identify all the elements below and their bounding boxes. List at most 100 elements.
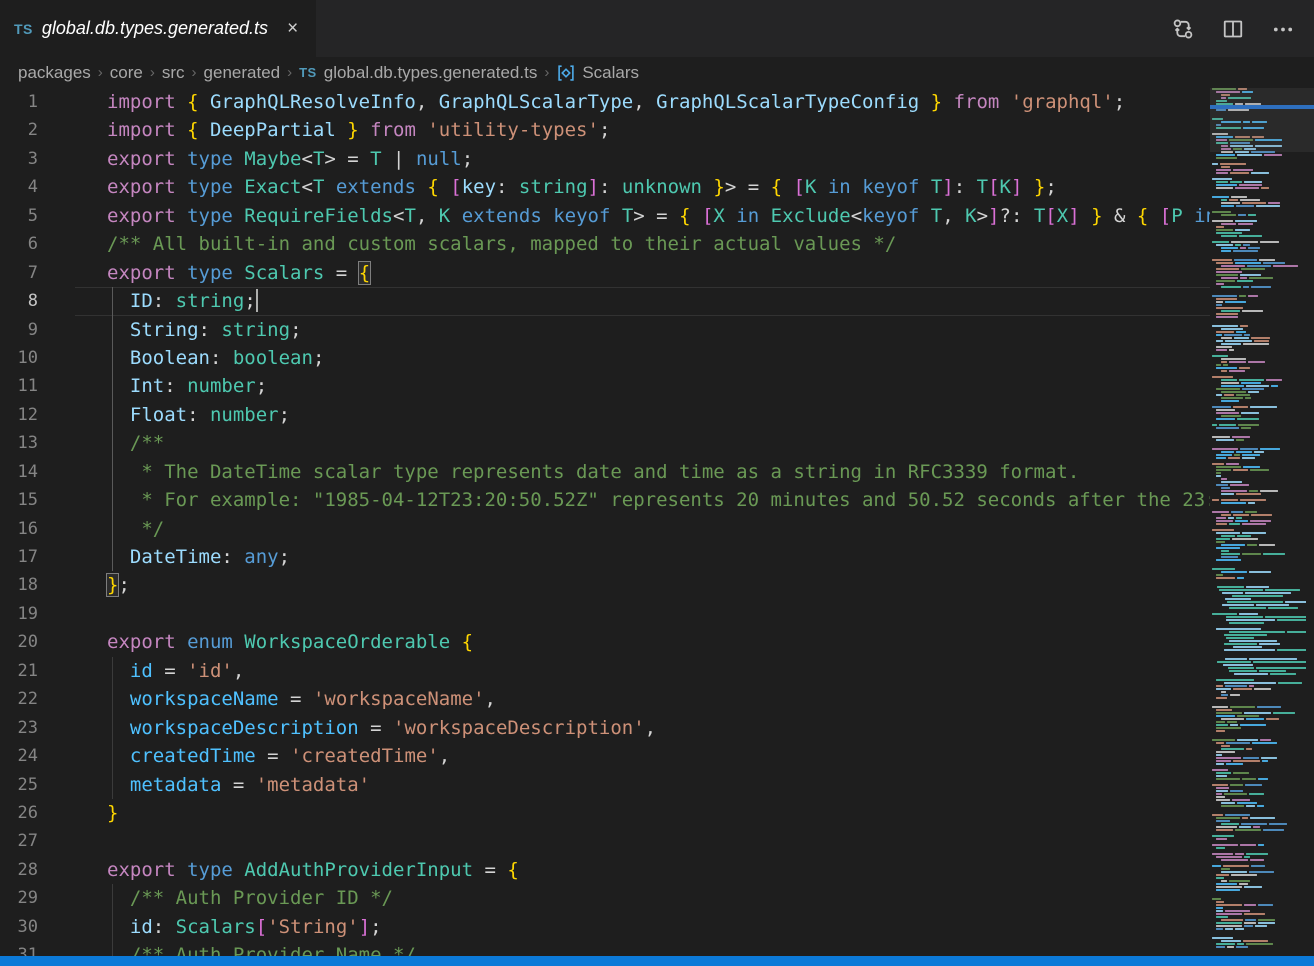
- tab-global-db-types[interactable]: TS global.db.types.generated.ts ×: [0, 0, 316, 57]
- minimap-line: [1212, 781, 1306, 783]
- code-line[interactable]: 5export type RequireFields<T, K extends …: [0, 202, 1210, 230]
- code-line[interactable]: 24 createdTime = 'createdTime',: [0, 742, 1210, 770]
- open-changes-icon[interactable]: [1170, 16, 1196, 42]
- code-line[interactable]: 27: [0, 827, 1210, 855]
- code-line[interactable]: 9 String: string;: [0, 316, 1210, 344]
- minimap-line: [1212, 523, 1306, 525]
- minimap-line: [1212, 535, 1306, 537]
- code-text: export enum WorkspaceOrderable {: [75, 628, 1210, 656]
- code-line[interactable]: 11 Int: number;: [0, 372, 1210, 400]
- minimap-line: [1212, 556, 1306, 558]
- code-line[interactable]: 14 * The DateTime scalar type represents…: [0, 458, 1210, 486]
- code-line[interactable]: 29 /** Auth Provider ID */: [0, 884, 1210, 912]
- minimap-line: [1212, 664, 1306, 666]
- code-line[interactable]: 31 /** Auth Provider Name */: [0, 941, 1210, 956]
- breadcrumb-packages[interactable]: packages: [18, 63, 91, 83]
- code-line[interactable]: 3export type Maybe<T> = T | null;: [0, 145, 1210, 173]
- minimap-line: [1212, 250, 1306, 252]
- minimap-line: [1212, 637, 1306, 639]
- minimap-slider[interactable]: [1210, 88, 1314, 152]
- tab-close-icon[interactable]: ×: [287, 19, 298, 38]
- minimap-line: [1212, 502, 1306, 504]
- line-number: 29: [0, 884, 75, 912]
- breadcrumb-symbol[interactable]: Scalars: [556, 63, 639, 83]
- minimap-line: [1212, 394, 1306, 396]
- code-line[interactable]: 13 /**: [0, 429, 1210, 457]
- code-line[interactable]: 6/** All built-in and custom scalars, ma…: [0, 230, 1210, 258]
- minimap-line: [1212, 343, 1306, 345]
- breadcrumb-separator: ›: [150, 64, 155, 81]
- code-line[interactable]: 4export type Exact<T extends { [key: str…: [0, 173, 1210, 201]
- minimap-line: [1212, 400, 1306, 402]
- code-line[interactable]: 1import { GraphQLResolveInfo, GraphQLSca…: [0, 88, 1210, 116]
- breadcrumb-file[interactable]: TS global.db.types.generated.ts: [299, 63, 537, 83]
- minimap-line: [1212, 808, 1306, 810]
- minimap-line: [1212, 244, 1306, 246]
- code-line[interactable]: 7export type Scalars = {: [0, 259, 1210, 287]
- minimap-line: [1212, 553, 1306, 555]
- minimap-line: [1212, 184, 1306, 186]
- line-number: 20: [0, 628, 75, 656]
- minimap-line: [1212, 283, 1306, 285]
- code-line[interactable]: 23 workspaceDescription = 'workspaceDesc…: [0, 714, 1210, 742]
- code-line[interactable]: 19: [0, 600, 1210, 628]
- minimap-line: [1212, 724, 1306, 726]
- more-actions-icon[interactable]: [1270, 16, 1296, 42]
- minimap-line: [1212, 931, 1306, 933]
- code-line[interactable]: 8 ID: string;: [0, 287, 1210, 315]
- code-lines[interactable]: 1import { GraphQLResolveInfo, GraphQLSca…: [0, 88, 1210, 956]
- minimap-line: [1212, 901, 1306, 903]
- minimap-line: [1212, 703, 1306, 705]
- minimap-line: [1212, 790, 1306, 792]
- code-text: export type AddAuthProviderInput = {: [75, 856, 1210, 884]
- breadcrumb-separator: ›: [287, 64, 292, 81]
- minimap-line: [1212, 832, 1306, 834]
- code-line[interactable]: 25 metadata = 'metadata': [0, 771, 1210, 799]
- code-text: /** Auth Provider ID */: [75, 884, 1210, 912]
- minimap-line: [1212, 853, 1306, 855]
- minimap-line: [1212, 595, 1306, 597]
- typescript-file-icon: TS: [14, 21, 33, 37]
- code-line[interactable]: 28export type AddAuthProviderInput = {: [0, 856, 1210, 884]
- breadcrumb-generated[interactable]: generated: [204, 63, 281, 83]
- minimap-line: [1212, 772, 1306, 774]
- code-line[interactable]: 21 id = 'id',: [0, 657, 1210, 685]
- minimap-line: [1212, 457, 1306, 459]
- minimap-line: [1212, 583, 1306, 585]
- code-line[interactable]: 12 Float: number;: [0, 401, 1210, 429]
- minimap-line: [1212, 307, 1306, 309]
- text-cursor: [256, 289, 258, 312]
- code-line[interactable]: 30 id: Scalars['String'];: [0, 913, 1210, 941]
- breadcrumb-core[interactable]: core: [110, 63, 143, 83]
- minimap-line: [1212, 178, 1306, 180]
- breadcrumb-src[interactable]: src: [162, 63, 185, 83]
- code-line[interactable]: 15 * For example: "1985-04-12T23:20:50.5…: [0, 486, 1210, 514]
- minimap-line: [1212, 628, 1306, 630]
- minimap[interactable]: [1210, 88, 1314, 956]
- code-line[interactable]: 26}: [0, 799, 1210, 827]
- minimap-line: [1212, 496, 1306, 498]
- code-line[interactable]: 22 workspaceName = 'workspaceName',: [0, 685, 1210, 713]
- code-line[interactable]: 18};: [0, 571, 1210, 599]
- code-line[interactable]: 17 DateTime: any;: [0, 543, 1210, 571]
- line-number: 1: [0, 88, 75, 116]
- minimap-line: [1212, 769, 1306, 771]
- code-text: ID: string;: [75, 287, 1210, 315]
- line-number: 24: [0, 742, 75, 770]
- minimap-line: [1212, 871, 1306, 873]
- minimap-line: [1212, 382, 1306, 384]
- line-number: 31: [0, 941, 75, 956]
- code-line[interactable]: 20export enum WorkspaceOrderable {: [0, 628, 1210, 656]
- code-line[interactable]: 2import { DeepPartial } from 'utility-ty…: [0, 116, 1210, 144]
- code-text: export type Exact<T extends { [key: stri…: [75, 173, 1210, 201]
- code-text: }: [75, 799, 1210, 827]
- minimap-line: [1212, 169, 1306, 171]
- minimap-line: [1212, 529, 1306, 531]
- code-line[interactable]: 16 */: [0, 515, 1210, 543]
- minimap-line: [1212, 211, 1306, 213]
- minimap-line: [1212, 613, 1306, 615]
- code-line[interactable]: 10 Boolean: boolean;: [0, 344, 1210, 372]
- minimap-line: [1212, 745, 1306, 747]
- split-editor-icon[interactable]: [1220, 16, 1246, 42]
- minimap-line: [1212, 658, 1306, 660]
